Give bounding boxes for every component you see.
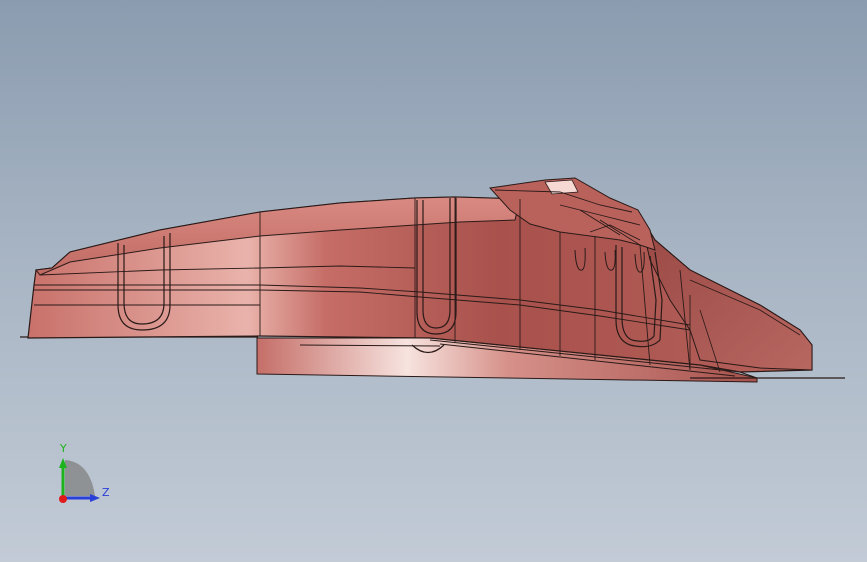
part-model[interactable] [0,0,867,562]
y-axis-label: Y [60,442,67,455]
cad-viewport[interactable]: Y Z [0,0,867,562]
z-axis-arrow [90,494,100,502]
triad-plane [65,460,95,496]
z-axis-label: Z [102,486,110,499]
x-axis-origin [59,495,67,503]
coordinate-triad-icon: Y Z [50,438,120,510]
